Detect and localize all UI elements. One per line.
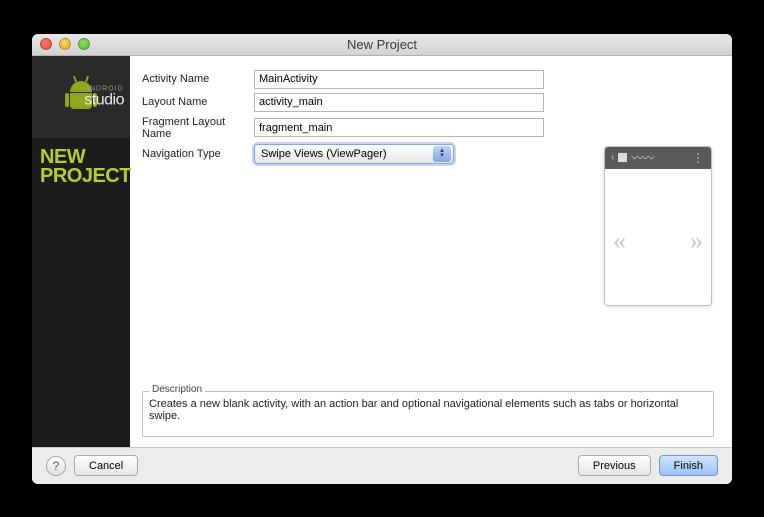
fragment-layout-name-input[interactable] [254, 118, 544, 137]
overflow-icon: ⋮ [692, 151, 705, 165]
swipe-right-icon: » [690, 226, 703, 256]
navigation-type-value: Swipe Views (ViewPager) [261, 148, 387, 160]
navigation-preview: ‹ 〰〰 ⋮ « » [604, 146, 712, 306]
preview-actionbar: ‹ 〰〰 ⋮ [605, 147, 711, 169]
layout-name-input[interactable] [254, 93, 544, 112]
brand-logo: ANDROID studio [32, 56, 130, 138]
close-icon[interactable] [40, 38, 52, 50]
new-project-window: New Project ANDROID studio NEW PROJECT A [32, 34, 732, 484]
wizard-step-title: NEW PROJECT [32, 138, 130, 196]
navigation-type-select[interactable]: Swipe Views (ViewPager) ▴▾ [254, 144, 454, 164]
activity-name-input[interactable] [254, 70, 544, 89]
swipe-left-icon: « [613, 226, 626, 256]
description-legend: Description [149, 384, 205, 395]
chevron-updown-icon: ▴▾ [433, 146, 451, 162]
brand-text: ANDROID studio [84, 85, 124, 108]
app-icon [618, 153, 627, 162]
activity-name-label: Activity Name [142, 73, 254, 85]
titlebar: New Project [32, 34, 732, 56]
back-icon: ‹ [611, 152, 614, 163]
preview-title-placeholder: 〰〰 [631, 149, 688, 166]
dialog-footer: ? Cancel Previous Finish [32, 448, 732, 484]
form-area: Activity Name Layout Name Fragment Layou… [130, 56, 732, 447]
layout-name-label: Layout Name [142, 96, 254, 108]
window-title: New Project [32, 37, 732, 52]
zoom-icon[interactable] [78, 38, 90, 50]
fragment-layout-name-label: Fragment Layout Name [142, 116, 254, 140]
help-button[interactable]: ? [46, 456, 66, 476]
window-controls [32, 38, 90, 50]
previous-button[interactable]: Previous [578, 455, 651, 476]
wizard-sidebar: ANDROID studio NEW PROJECT [32, 56, 130, 447]
dialog-content: ANDROID studio NEW PROJECT Activity Name… [32, 56, 732, 448]
navigation-type-label: Navigation Type [142, 148, 254, 160]
minimize-icon[interactable] [59, 38, 71, 50]
description-text: Creates a new blank activity, with an ac… [149, 394, 707, 422]
brand-big: studio [84, 91, 124, 108]
finish-button[interactable]: Finish [659, 455, 718, 476]
cancel-button[interactable]: Cancel [74, 455, 138, 476]
description-box: Description Creates a new blank activity… [142, 391, 714, 437]
